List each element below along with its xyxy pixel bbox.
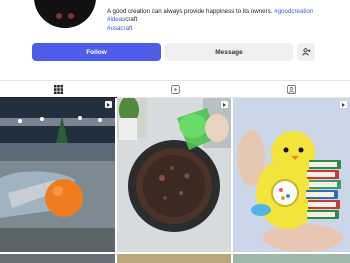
- post-image: [233, 98, 350, 252]
- post-image: [0, 98, 115, 252]
- profile-tabs: [0, 80, 350, 98]
- reels-icon: [170, 84, 180, 94]
- hashtag-link[interactable]: #usacraft: [107, 25, 132, 32]
- video-icon: [340, 101, 347, 108]
- tab-posts[interactable]: [0, 81, 117, 98]
- add-user-button[interactable]: [297, 43, 315, 61]
- video-icon: [221, 101, 228, 108]
- profile-bio: A good creation can always provide happi…: [107, 8, 343, 33]
- post-thumbnail[interactable]: [0, 254, 115, 263]
- tab-reels[interactable]: [117, 81, 234, 97]
- avatar-image: [34, 0, 96, 28]
- grid-icon: [53, 84, 63, 94]
- message-button[interactable]: Message: [165, 43, 293, 61]
- post-thumbnail[interactable]: [117, 98, 231, 252]
- profile-avatar[interactable]: [34, 0, 96, 28]
- add-user-icon: [301, 48, 311, 56]
- post-thumbnail[interactable]: [233, 254, 350, 263]
- tab-tagged[interactable]: [233, 81, 350, 97]
- bio-text: craft: [125, 16, 138, 24]
- video-icon: [105, 101, 112, 108]
- post-thumbnail[interactable]: [117, 254, 231, 263]
- post-image: [117, 98, 231, 252]
- bio-text: A good creation can always provide happi…: [107, 8, 275, 15]
- post-thumbnail[interactable]: [233, 98, 350, 252]
- post-thumbnail[interactable]: [0, 98, 115, 252]
- follow-button[interactable]: Follow: [32, 43, 161, 61]
- hashtag-link[interactable]: #goodcreation: [274, 8, 313, 15]
- hashtag-link[interactable]: #ideas: [107, 16, 125, 23]
- tagged-icon: [287, 84, 297, 94]
